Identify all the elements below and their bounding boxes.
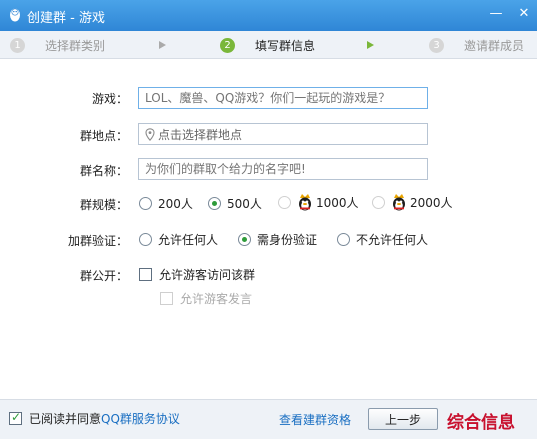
map-pin-icon (145, 127, 155, 141)
step-number: 2 (220, 37, 235, 53)
group-name-label: 群名称： (79, 164, 128, 178)
option-label: 允许任何人 (158, 233, 219, 247)
window-title: 创建群 - 游戏 (27, 11, 105, 26)
radio-button[interactable] (208, 197, 221, 210)
join-verification-label: 加群验证： (67, 234, 128, 248)
vip-penguin-icon (393, 194, 405, 211)
minimize-button[interactable]: — (488, 6, 504, 22)
step-invite-members: 3 邀请群成员 (429, 37, 524, 53)
view-qualification-link[interactable]: 查看建群资格 (279, 411, 351, 428)
step-label: 填写群信息 (255, 38, 316, 53)
step-arrow-icon (159, 41, 166, 49)
verify-option-allow-anyone[interactable]: 允许任何人 (139, 231, 218, 248)
option-label: 需身份验证 (257, 233, 318, 247)
game-input[interactable] (138, 87, 428, 109)
step-label: 选择群类别 (45, 38, 106, 53)
service-agreement-link[interactable]: QQ群服务协议 (101, 410, 180, 427)
radio-button[interactable] (139, 233, 152, 246)
option-label: 2000人 (410, 195, 453, 210)
group-name-input[interactable] (138, 158, 428, 180)
option-label: 500人 (227, 197, 262, 211)
qq-penguin-icon (10, 8, 20, 22)
radio-button[interactable] (337, 233, 350, 246)
agree-text: 已阅读并同意 (29, 412, 102, 426)
step-label: 邀请群成员 (464, 38, 525, 53)
step-progress-bar: 1 选择群类别 2 填写群信息 3 邀请群成员 (0, 31, 537, 59)
verify-option-require-verification[interactable]: 需身份验证 (238, 231, 317, 248)
radio-button[interactable] (278, 195, 291, 209)
step-number: 1 (10, 37, 25, 53)
group-size-label: 群规模： (79, 198, 128, 212)
option-label: 200人 (158, 197, 193, 211)
radio-button[interactable] (238, 233, 251, 246)
size-option-1000[interactable]: 1000人 (278, 193, 359, 211)
agree-terms-option[interactable]: 已阅读并同意 QQ群服务协议 (9, 410, 180, 427)
previous-step-button[interactable]: 上一步 (368, 408, 438, 430)
verify-option-allow-none[interactable]: 不允许任何人 (337, 231, 428, 248)
vip-penguin-icon (299, 194, 311, 211)
step-fill-info: 2 填写群信息 (220, 37, 315, 53)
location-picker[interactable]: 点击选择群地点 (138, 123, 428, 145)
option-label: 允许游客发言 (180, 292, 253, 306)
size-option-2000[interactable]: 2000人 (372, 193, 453, 211)
radio-button[interactable] (139, 197, 152, 210)
allow-visitor-access-option[interactable]: 允许游客访问该群 (139, 266, 255, 283)
step-choose-category: 1 选择群类别 (10, 37, 105, 53)
game-label: 游戏： (91, 92, 128, 106)
close-button[interactable]: ✕ (516, 6, 532, 22)
footer-bar: 已阅读并同意 QQ群服务协议 查看建群资格 上一步 综合信息 (0, 399, 537, 439)
allow-visitor-speak-option[interactable]: 允许游客发言 (160, 290, 252, 307)
option-label: 允许游客访问该群 (159, 268, 256, 282)
size-option-500[interactable]: 500人 (208, 195, 262, 212)
step-arrow-icon (367, 41, 374, 49)
checkbox[interactable] (160, 292, 173, 305)
checkbox[interactable] (139, 268, 152, 281)
location-placeholder: 点击选择群地点 (158, 127, 243, 142)
group-public-label: 群公开： (79, 269, 128, 283)
title-bar: 创建群 - 游戏 — ✕ (0, 0, 537, 31)
location-label: 群地点： (79, 129, 128, 143)
checkbox[interactable] (9, 410, 22, 425)
size-option-200[interactable]: 200人 (139, 195, 193, 212)
option-label: 1000人 (316, 195, 359, 210)
watermark-text: 综合信息 (447, 413, 515, 433)
radio-button[interactable] (372, 195, 385, 209)
step-number: 3 (429, 37, 444, 53)
option-label: 不允许任何人 (356, 233, 429, 247)
